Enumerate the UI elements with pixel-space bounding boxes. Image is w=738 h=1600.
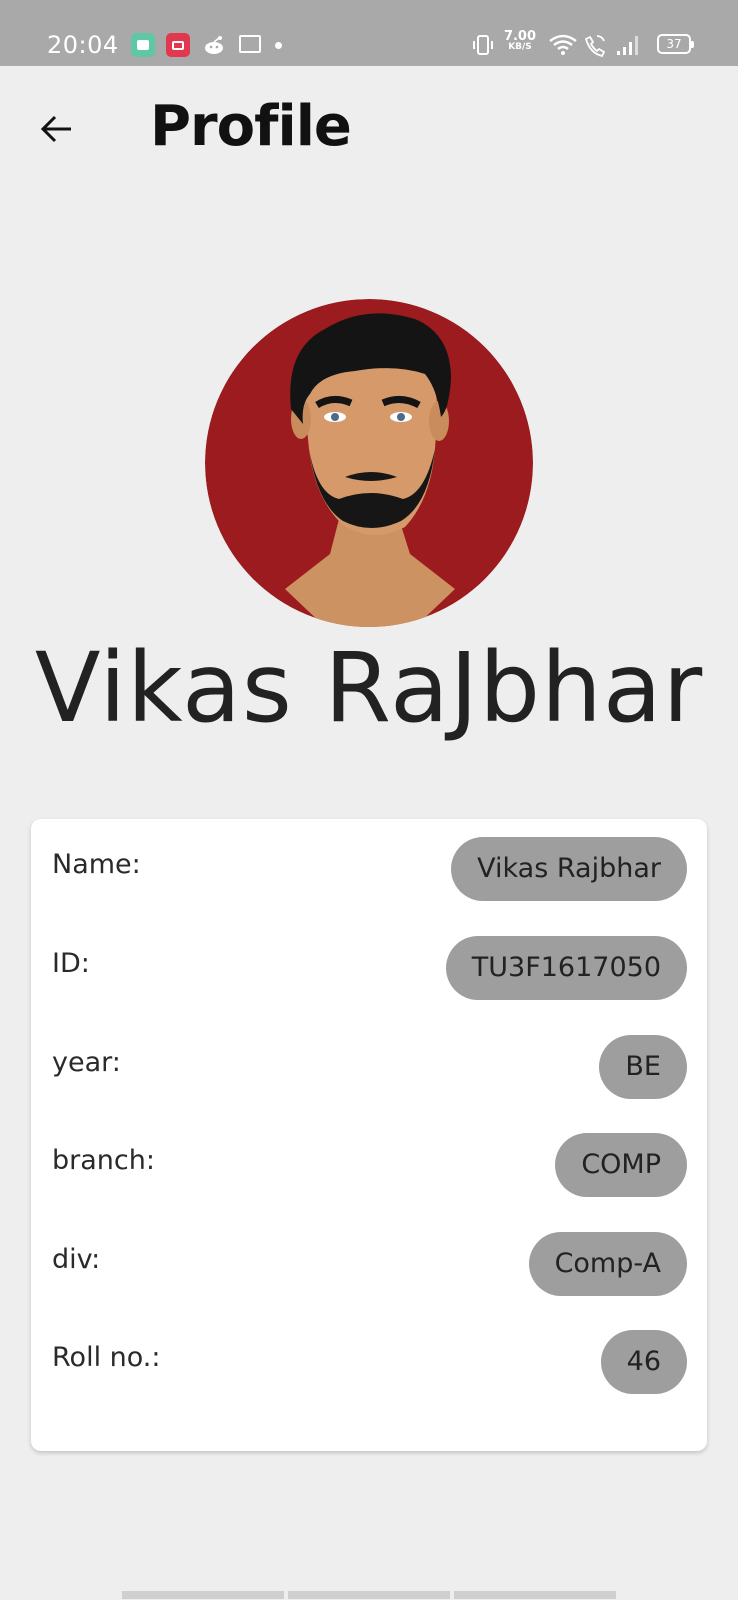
- wifi-icon: [549, 34, 577, 55]
- profile-row-year: year: BE: [31, 1017, 707, 1115]
- row-label: ID:: [52, 948, 90, 979]
- chat-icon: [131, 33, 155, 57]
- row-label: year:: [52, 1047, 121, 1078]
- avatar: [205, 299, 533, 627]
- page-title: Profile: [150, 94, 352, 159]
- avatar-illustration: [205, 299, 533, 627]
- arrow-left-icon: [40, 115, 71, 143]
- status-bar: 20:04 7.00 KB/S 37: [0, 0, 738, 66]
- battery-icon: 37: [657, 34, 694, 54]
- nav-segment[interactable]: [288, 1591, 450, 1599]
- mail-icon: [239, 35, 261, 53]
- profile-row-name: Name: Vikas Rajbhar: [31, 819, 707, 917]
- profile-row-id: ID: TU3F1617050: [31, 918, 707, 1016]
- row-label: Roll no.:: [52, 1342, 161, 1373]
- profile-row-roll-no: Roll no.: 46: [31, 1312, 707, 1410]
- reddit-icon: [205, 36, 223, 54]
- row-value-chip: Vikas Rajbhar: [451, 837, 687, 901]
- network-speed: 7.00 KB/S: [500, 30, 540, 52]
- network-speed-unit: KB/S: [508, 42, 532, 52]
- status-time: 20:04: [47, 31, 119, 59]
- row-label: Name:: [52, 849, 141, 880]
- dot-icon: [275, 42, 282, 49]
- row-value-chip: TU3F1617050: [445, 936, 687, 1000]
- back-button[interactable]: [30, 102, 84, 156]
- video-icon: [166, 33, 190, 57]
- nav-segment[interactable]: [454, 1591, 616, 1599]
- profile-row-div: div: Comp-A: [31, 1214, 707, 1312]
- app-bar: Profile: [0, 66, 738, 184]
- row-label: div:: [52, 1244, 101, 1275]
- wifi-calling-icon: [584, 35, 606, 57]
- row-value-chip: BE: [599, 1035, 687, 1099]
- row-value-chip: 46: [600, 1330, 687, 1394]
- profile-details-card: Name: Vikas Rajbhar ID: TU3F1617050 year…: [31, 819, 707, 1451]
- nav-segment[interactable]: [122, 1591, 284, 1599]
- signal-icon: [617, 36, 638, 55]
- row-label: branch:: [52, 1145, 155, 1176]
- system-navigation-bar[interactable]: [122, 1591, 616, 1599]
- profile-row-branch: branch: COMP: [31, 1115, 707, 1213]
- profile-display-name: Vikas RaJbhar: [34, 632, 704, 744]
- row-value-chip: COMP: [555, 1133, 687, 1197]
- vibrate-icon: [473, 35, 493, 55]
- row-value-chip: Comp-A: [528, 1232, 687, 1296]
